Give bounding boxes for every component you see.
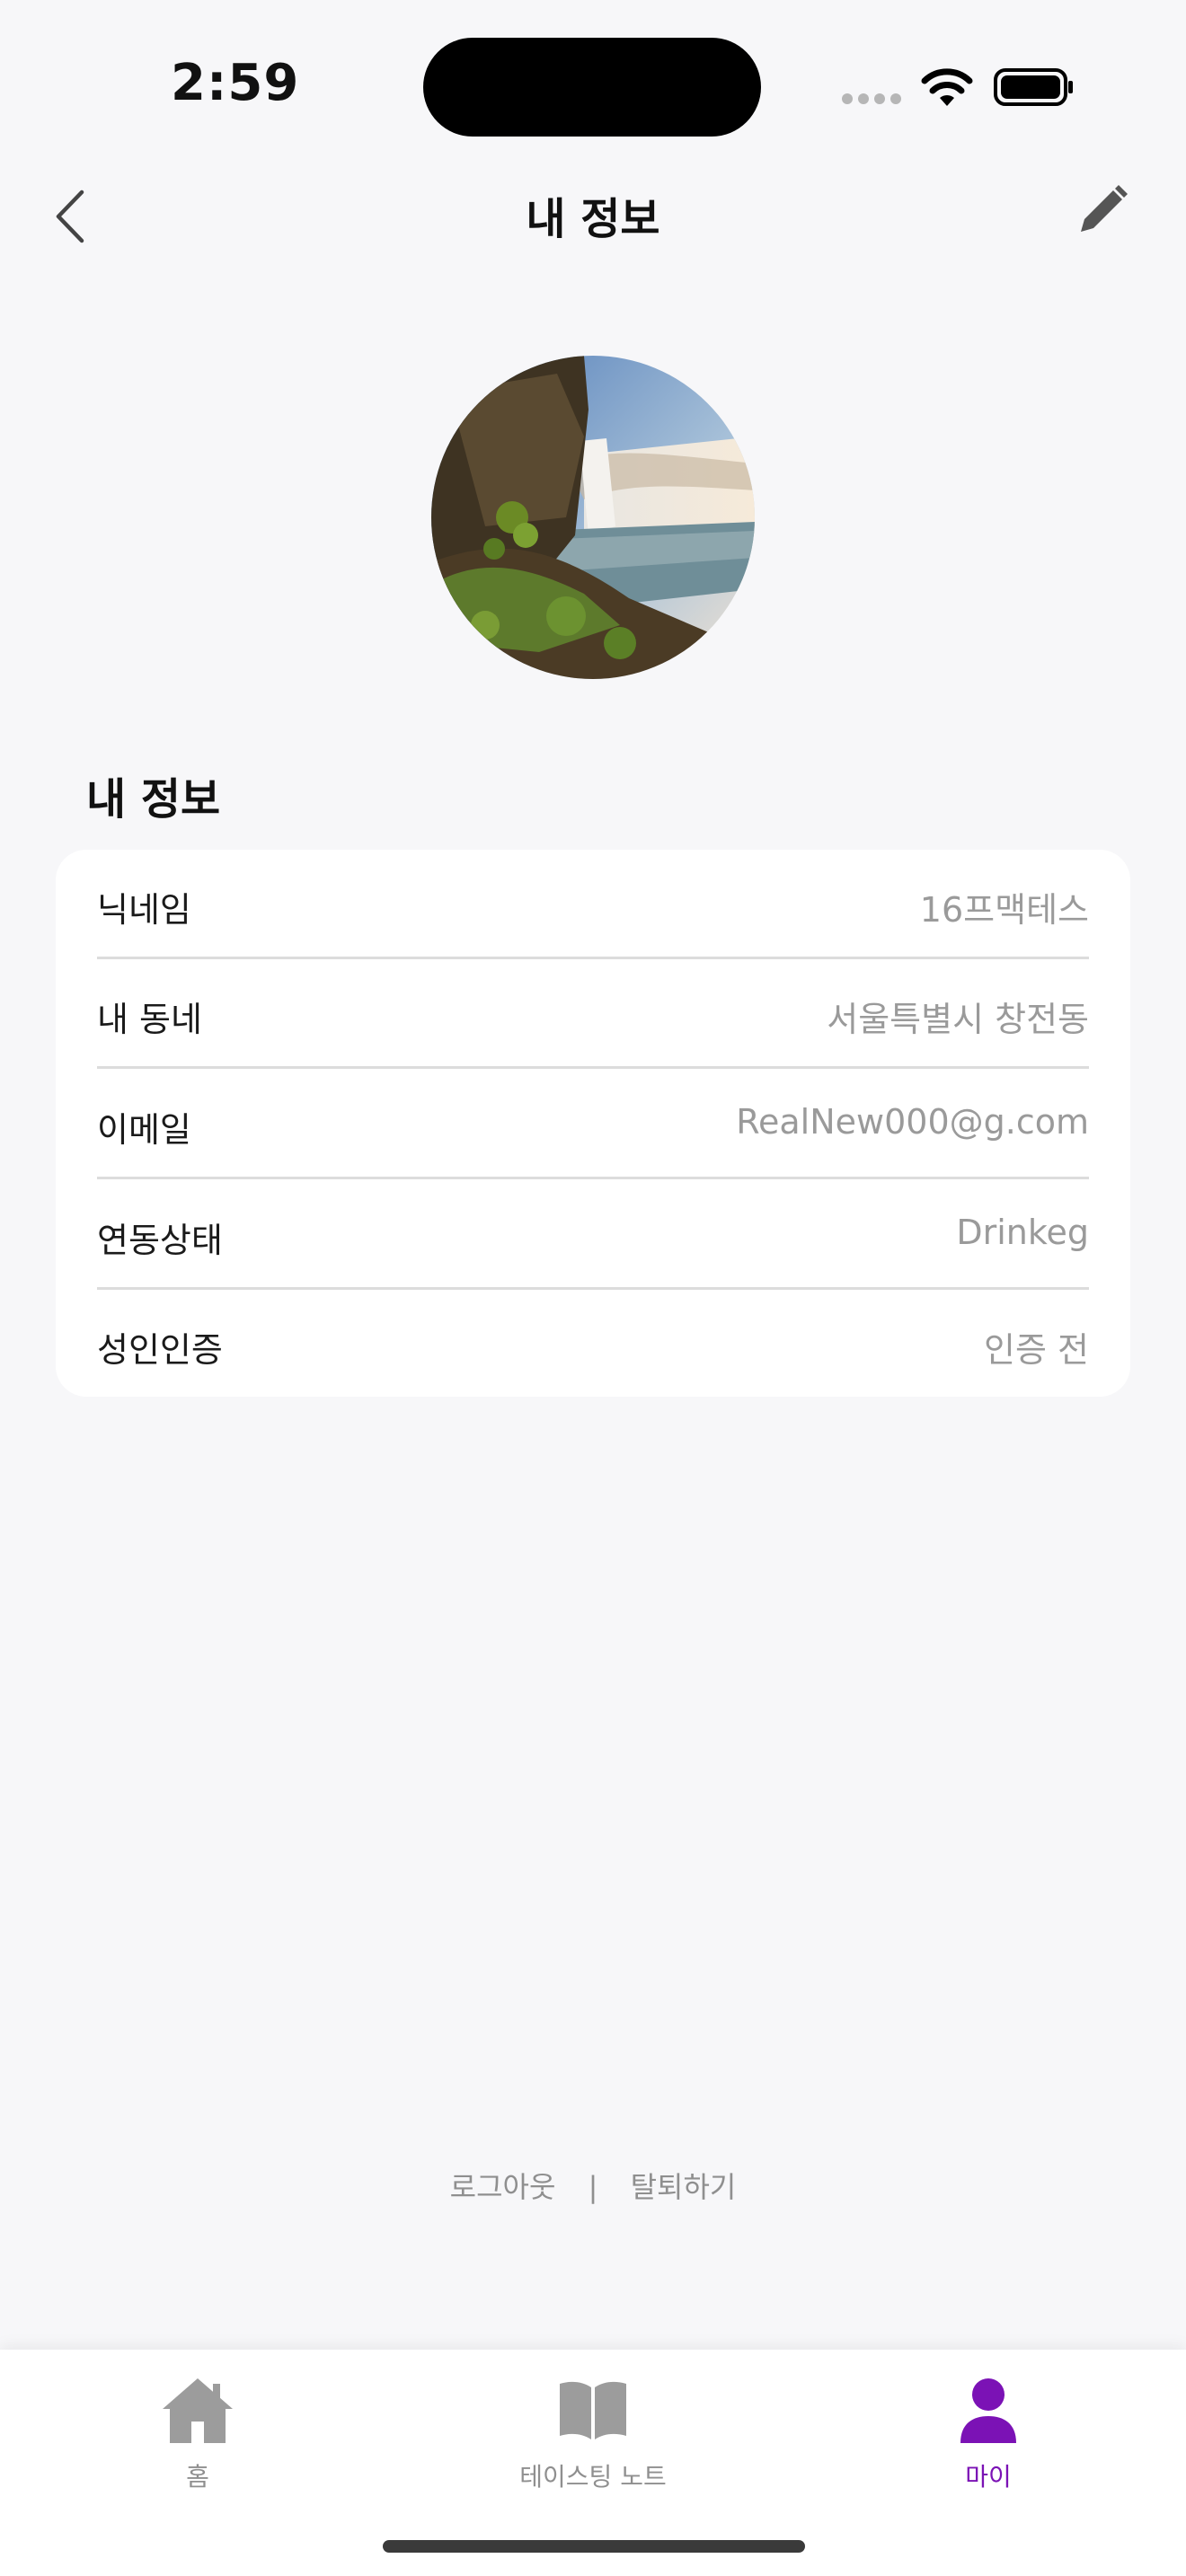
- status-time: 2:59: [171, 54, 300, 112]
- row-value: RealNew000@g.com: [736, 1102, 1089, 1142]
- home-icon: [163, 2378, 233, 2443]
- logout-link[interactable]: 로그아웃: [450, 2170, 556, 2204]
- link-status-row[interactable]: 연동상태 Drinkeg: [97, 1180, 1089, 1290]
- pencil-edit-icon[interactable]: [1074, 183, 1129, 239]
- dynamic-island: [423, 38, 761, 137]
- battery-icon: [994, 68, 1073, 106]
- row-label: 성인인증: [97, 1330, 223, 1370]
- row-value: 16프맥테스: [919, 890, 1089, 930]
- divider: [97, 1177, 1089, 1179]
- nav-bar: 내 정보: [0, 171, 1186, 251]
- withdraw-link[interactable]: 탈퇴하기: [631, 2170, 737, 2204]
- book-icon: [560, 2381, 626, 2439]
- tab-label: 마이: [965, 2462, 1012, 2492]
- info-card: 닉네임 16프맥테스 내 동네 서울특별시 창전동 이메일 RealNew000…: [56, 850, 1130, 1397]
- cellular-signal-icon: [842, 93, 901, 106]
- row-label: 닉네임: [97, 890, 191, 930]
- person-icon: [960, 2378, 1016, 2443]
- row-label: 내 동네: [97, 1000, 202, 1039]
- tab-home[interactable]: 홈: [63, 2371, 332, 2506]
- tab-tasting-note[interactable]: 테이스팅 노트: [458, 2371, 728, 2506]
- page-title: 내 정보: [526, 194, 660, 244]
- tab-label: 테이스팅 노트: [519, 2462, 667, 2492]
- row-label: 이메일: [97, 1110, 191, 1150]
- wifi-icon: [921, 68, 973, 106]
- adult-verification-row[interactable]: 성인인증 인증 전: [97, 1290, 1089, 1399]
- tab-my[interactable]: 마이: [854, 2371, 1123, 2506]
- home-indicator: [383, 2540, 805, 2553]
- link-separator: |: [588, 2170, 598, 2204]
- nickname-row[interactable]: 닉네임 16프맥테스: [97, 850, 1089, 959]
- neighborhood-row[interactable]: 내 동네 서울특별시 창전동: [97, 959, 1089, 1069]
- section-title: 내 정보: [86, 774, 221, 825]
- row-label: 연동상태: [97, 1221, 223, 1260]
- divider: [97, 1066, 1089, 1069]
- tab-label: 홈: [186, 2462, 209, 2492]
- waterfall-photo: [431, 356, 755, 679]
- footer-links: 로그아웃 | 탈퇴하기: [0, 2165, 1186, 2206]
- row-value: Drinkeg: [956, 1213, 1089, 1252]
- email-row[interactable]: 이메일 RealNew000@g.com: [97, 1070, 1089, 1179]
- row-value: 서울특별시 창전동: [827, 1000, 1089, 1039]
- row-value: 인증 전: [984, 1330, 1089, 1370]
- status-bar: 2:59: [0, 0, 1186, 171]
- profile-avatar[interactable]: [431, 356, 755, 679]
